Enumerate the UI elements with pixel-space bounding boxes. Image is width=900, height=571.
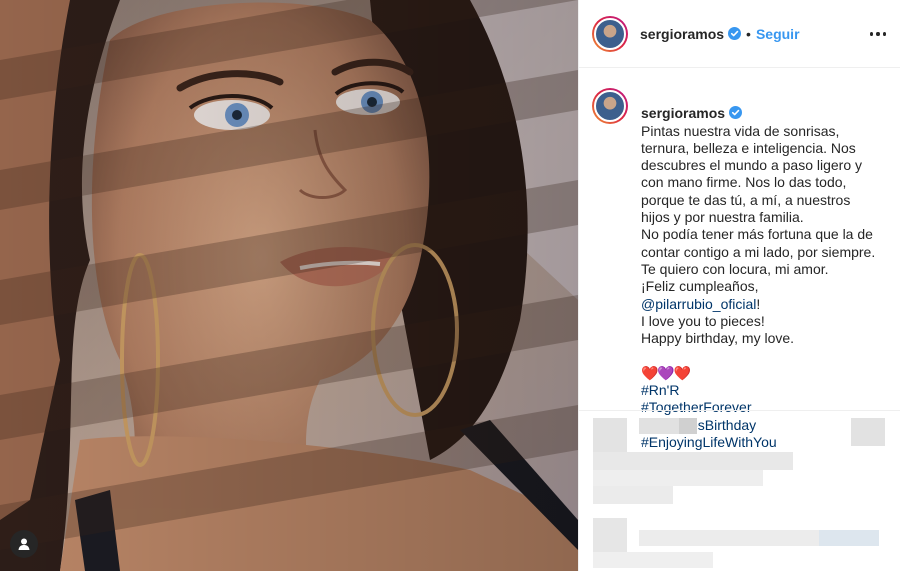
blurred-block [679,418,697,434]
mention-link[interactable]: @pilarrubio_oficial [641,296,756,312]
portrait-photo [0,0,578,571]
blurred-block [593,486,673,504]
blurred-block [593,452,793,470]
hashtag-link[interactable]: #Rn'R [641,382,679,398]
comments-section: sergioramos Pintas nuestra vida de sonri… [579,68,900,451]
blurred-block [851,418,885,446]
caption-username[interactable]: sergioramos [641,105,725,121]
caption-text: sergioramos Pintas nuestra vida de sonri… [641,88,877,451]
hearts-emoji: ❤️💜❤️ [641,364,691,381]
blurred-block [819,530,879,546]
caption-line: No podía tener más fortuna que la de con… [641,226,876,260]
verified-badge-icon [729,106,743,120]
hashtag-link[interactable]: #EnjoyingLifeWithYou [641,434,777,450]
caption-line: Te quiero con locura, mi amor. [641,260,829,277]
blurred-avatar [593,518,627,552]
verified-badge-icon [728,27,742,40]
hashtag-link[interactable]: #TogetherForever [641,399,752,415]
header-username[interactable]: sergioramos [640,26,724,42]
user-tag-button[interactable] [10,530,38,558]
mention-suffix: ! [756,295,761,312]
separator-dot: • [746,25,751,42]
blurred-block [593,470,763,486]
caption-line: ¡Feliz cumpleaños, [641,278,759,295]
user-tag-icon [18,538,30,550]
caption-avatar[interactable] [592,88,628,124]
caption-line: I love you to pieces! [641,312,765,329]
avatar[interactable] [592,15,628,52]
follow-button[interactable]: Seguir [756,26,800,42]
blurred-avatar [593,418,627,452]
post-photo[interactable] [0,0,578,571]
caption-line: Happy birthday, my love. [641,330,795,347]
blurred-block [639,530,839,546]
blurred-block [593,552,713,568]
post-sidebar: sergioramos • Seguir sergioramos Pintas … [578,0,900,571]
blurred-block [639,418,679,434]
instagram-post: sergioramos • Seguir sergioramos Pintas … [0,0,900,571]
more-options-icon[interactable] [870,31,886,37]
caption: sergioramos Pintas nuestra vida de sonri… [592,88,886,451]
divider [579,410,900,411]
caption-line: Pintas nuestra vida de sonrisas, ternura… [641,122,863,226]
post-header: sergioramos • Seguir [579,0,900,68]
